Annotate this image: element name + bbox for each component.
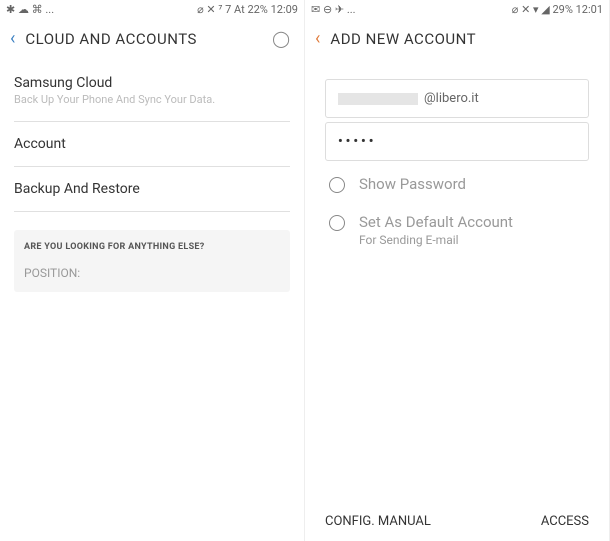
- search-position-label: POSITION:: [24, 266, 280, 280]
- item-account[interactable]: Account: [14, 122, 290, 167]
- item-title: Account: [14, 136, 290, 152]
- option-text: Show Password: [359, 175, 585, 193]
- back-button[interactable]: ‹: [10, 28, 15, 49]
- bottom-actions: CONFIG. MANUAL ACCESS: [305, 502, 609, 541]
- password-field[interactable]: •••••: [325, 122, 589, 161]
- show-password-option[interactable]: Show Password: [325, 165, 589, 203]
- option-label: Set As Default Account: [359, 213, 585, 231]
- item-subtitle: Back Up Your Phone And Sync Your Data.: [14, 93, 290, 107]
- option-text: Set As Default Account For Sending E-mai…: [359, 213, 585, 247]
- header: ‹ ADD NEW ACCOUNT: [305, 18, 609, 59]
- status-bar: ✉ ⊖ ✈ ... ⌀ ✕ ▾ ◢ 29% 12:01: [305, 0, 609, 18]
- radio-icon[interactable]: [329, 177, 345, 193]
- access-button[interactable]: ACCESS: [541, 514, 589, 529]
- default-account-option[interactable]: Set As Default Account For Sending E-mai…: [325, 203, 589, 257]
- screen-add-account: ✉ ⊖ ✈ ... ⌀ ✕ ▾ ◢ 29% 12:01 ‹ ADD NEW AC…: [305, 0, 610, 541]
- screen-cloud-accounts: ✱ ☁ ⌘ ... ⌀ ✕ ⁷ 7 At 22% 12:09 ‹ CLOUD A…: [0, 0, 305, 541]
- option-label: Show Password: [359, 175, 585, 193]
- password-value: •••••: [338, 134, 376, 149]
- radio-icon[interactable]: [329, 215, 345, 231]
- status-bar: ✱ ☁ ⌘ ... ⌀ ✕ ⁷ 7 At 22% 12:09: [0, 0, 304, 18]
- email-redacted: [338, 93, 418, 105]
- search-suggestion-box: ARE YOU LOOKING FOR ANYTHING ELSE? POSIT…: [14, 230, 290, 292]
- item-samsung-cloud[interactable]: Samsung Cloud Back Up Your Phone And Syn…: [14, 59, 290, 122]
- status-left-icons: ✉ ⊖ ✈ ...: [311, 3, 356, 16]
- email-domain: @libero.it: [424, 91, 479, 106]
- item-title: Samsung Cloud: [14, 75, 290, 91]
- page-title: CLOUD AND ACCOUNTS: [25, 30, 262, 48]
- page-title: ADD NEW ACCOUNT: [330, 30, 595, 48]
- email-field[interactable]: @libero.it: [325, 79, 589, 118]
- back-button[interactable]: ‹: [315, 28, 320, 49]
- option-sublabel: For Sending E-mail: [359, 233, 585, 247]
- search-icon[interactable]: ◯: [272, 29, 290, 48]
- header: ‹ CLOUD AND ACCOUNTS ◯: [0, 18, 304, 59]
- content-list: Samsung Cloud Back Up Your Phone And Syn…: [0, 59, 304, 541]
- account-form: @libero.it ••••• Show Password Set As De…: [305, 59, 609, 257]
- item-backup-restore[interactable]: Backup And Restore: [14, 167, 290, 212]
- config-manual-button[interactable]: CONFIG. MANUAL: [325, 514, 431, 529]
- search-heading: ARE YOU LOOKING FOR ANYTHING ELSE?: [24, 242, 280, 252]
- status-right-info: ⌀ ✕ ▾ ◢ 29% 12:01: [512, 3, 603, 16]
- status-left-icons: ✱ ☁ ⌘ ...: [6, 3, 54, 16]
- item-title: Backup And Restore: [14, 181, 290, 197]
- status-right-info: ⌀ ✕ ⁷ 7 At 22% 12:09: [197, 3, 298, 16]
